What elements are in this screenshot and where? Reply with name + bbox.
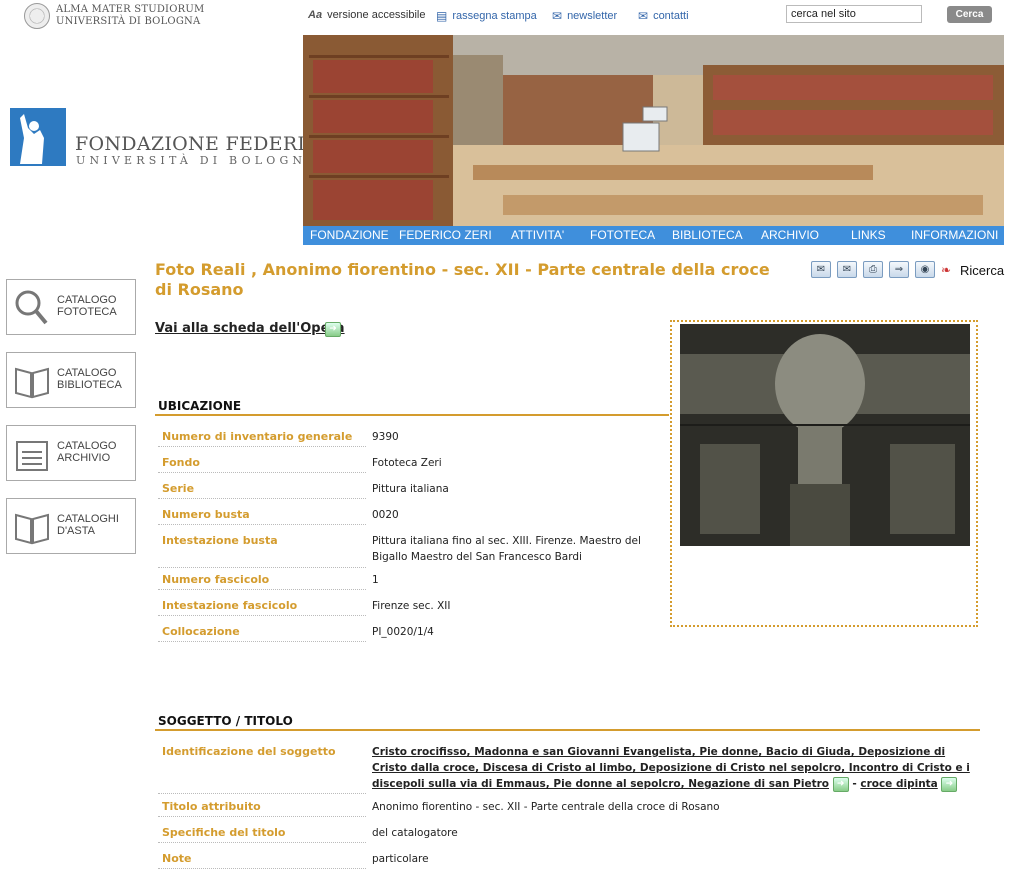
field-value: 0020: [372, 509, 399, 521]
table-row: Intestazione busta Pittura italiana fino…: [158, 533, 662, 568]
nav-item-links[interactable]: LINKS: [851, 228, 886, 242]
field-value: Pittura italiana: [372, 483, 449, 495]
sidebar-label-line2: BIBLIOTECA: [57, 379, 122, 391]
field-label: Titolo attribuito: [158, 799, 366, 817]
field-label: Intestazione busta: [158, 533, 366, 568]
accessible-version-label: versione accessibile: [327, 9, 426, 21]
subject-link-croce-dipinta[interactable]: croce dipinta: [860, 778, 937, 790]
field-value: particolare: [372, 853, 429, 865]
nav-item-fondazione[interactable]: FONDAZIONE: [310, 228, 389, 242]
opera-record-link[interactable]: Vai alla scheda dell'Opera: [155, 321, 345, 336]
newsletter-link[interactable]: ✉ newsletter: [552, 9, 617, 23]
university-name-line2: UNIVERSITÀ DI BOLOGNA: [56, 16, 201, 27]
university-seal-icon: [24, 3, 50, 29]
table-row: Note particolare: [158, 851, 982, 869]
field-value: Anonimo fiorentino - sec. XII - Parte ce…: [372, 801, 720, 813]
nav-item-attivita[interactable]: ATTIVITA': [511, 228, 564, 242]
document-icon: ▤: [436, 9, 448, 23]
field-value: Firenze sec. XII: [372, 600, 451, 612]
field-value: del catalogatore: [372, 827, 458, 839]
nav-item-federico-zeri[interactable]: FEDERICO ZERI: [399, 228, 492, 242]
go-arrow-icon[interactable]: ➜: [325, 322, 341, 337]
nav-item-fototeca[interactable]: FOTOTECA: [590, 228, 655, 242]
ricerca-link[interactable]: Ricerca: [960, 263, 1004, 278]
envelope-icon: ✉: [552, 9, 563, 23]
artwork-photo[interactable]: [680, 324, 970, 546]
sidebar-label-line1: CATALOGHI: [57, 513, 119, 525]
section-heading-soggetto: SOGGETTO / TITOLO: [155, 714, 980, 731]
table-row: Specifiche del titolo del catalogatore: [158, 825, 982, 843]
field-value: Fototeca Zeri: [372, 457, 442, 469]
sidebar-label-line2: FOTOTECA: [57, 306, 117, 318]
binoculars-icon[interactable]: ◉: [915, 261, 935, 278]
field-label: Collocazione: [158, 624, 366, 642]
magnifier-icon: [15, 290, 48, 325]
foundation-logo-subtitle: UNIVERSITÀ DI BOLOGNA: [76, 154, 319, 167]
newsletter-label: newsletter: [567, 10, 618, 22]
send-icon[interactable]: ✉: [837, 261, 857, 278]
press-review-link[interactable]: ▤ rassegna stampa: [436, 9, 537, 23]
library-header-image: [303, 35, 1004, 226]
text-size-icon: Aa: [308, 9, 323, 21]
sidebar-label-line1: CATALOGO: [57, 367, 117, 379]
table-row: Numero busta 0020: [158, 507, 662, 525]
field-label: Numero di inventario generale: [158, 429, 366, 447]
table-row: Collocazione PI_0020/1/4: [158, 624, 662, 642]
nav-item-informazioni[interactable]: INFORMAZIONI: [911, 228, 998, 242]
envelope-icon: ✉: [638, 9, 649, 23]
book-icon: [15, 513, 49, 545]
sidebar-label-line2: ARCHIVIO: [57, 452, 111, 464]
table-row: Numero fascicolo 1: [158, 572, 662, 590]
sidebar-label-line1: CATALOGO: [57, 294, 117, 306]
sidebar-item-catalogo-fototeca[interactable]: CATALOGO FOTOTECA: [6, 279, 136, 335]
accessible-version-link[interactable]: Aa versione accessibile: [308, 9, 426, 21]
press-review-label: rassegna stampa: [452, 10, 537, 22]
field-label: Numero busta: [158, 507, 366, 525]
table-row: Identificazione del soggetto Cristo croc…: [158, 744, 982, 794]
go-arrow-icon[interactable]: ➜: [941, 776, 958, 792]
nav-item-archivio[interactable]: ARCHIVIO: [761, 228, 819, 242]
field-label: Serie: [158, 481, 366, 499]
contacts-label: contatti: [653, 10, 689, 22]
field-label: Identificazione del soggetto: [158, 744, 366, 794]
search-input[interactable]: [786, 5, 922, 23]
table-row: Intestazione fascicolo Firenze sec. XII: [158, 598, 662, 616]
nav-item-biblioteca[interactable]: BIBLIOTECA: [672, 228, 743, 242]
page-title: Foto Reali , Anonimo fiorentino - sec. X…: [155, 260, 770, 299]
field-value: Pittura italiana fino al sec. XIII. Fire…: [372, 535, 641, 563]
folder-icon: [16, 441, 48, 471]
field-label: Note: [158, 851, 366, 869]
university-name-line1: ALMA MATER STUDIORUM: [56, 4, 205, 15]
separator: -: [848, 778, 861, 790]
export-icon[interactable]: ⇒: [889, 261, 909, 278]
sidebar-label-line2: D'ASTA: [57, 525, 95, 537]
sidebar-item-catalogo-archivio[interactable]: CATALOGO ARCHIVIO: [6, 425, 136, 481]
field-label: Specifiche del titolo: [158, 825, 366, 843]
table-row: Fondo Fototeca Zeri: [158, 455, 662, 473]
field-label: Fondo: [158, 455, 366, 473]
field-label: Numero fascicolo: [158, 572, 366, 590]
ricerca-icon[interactable]: ❧: [941, 263, 951, 277]
toolbar: ✉ ✉ ⎙ ⇒ ◉: [811, 261, 935, 278]
sidebar-label-line1: CATALOGO: [57, 440, 117, 452]
book-icon: [15, 367, 49, 399]
email-icon[interactable]: ✉: [811, 261, 831, 278]
sidebar-item-cataloghi-asta[interactable]: CATALOGHI D'ASTA: [6, 498, 136, 554]
field-label: Intestazione fascicolo: [158, 598, 366, 616]
print-icon[interactable]: ⎙: [863, 261, 883, 278]
section-heading-ubicazione: UBICAZIONE: [155, 399, 669, 416]
search-button[interactable]: Cerca: [947, 6, 992, 23]
go-arrow-icon[interactable]: ➜: [832, 776, 849, 792]
field-value: 1: [372, 574, 379, 586]
table-row: Titolo attribuito Anonimo fiorentino - s…: [158, 799, 982, 817]
field-value: Cristo crocifisso, Madonna e san Giovann…: [372, 744, 982, 794]
table-row: Serie Pittura italiana: [158, 481, 662, 499]
table-row: Numero di inventario generale 9390: [158, 429, 662, 447]
sidebar-item-catalogo-biblioteca[interactable]: CATALOGO BIBLIOTECA: [6, 352, 136, 408]
contacts-link[interactable]: ✉ contatti: [638, 9, 689, 23]
field-value: PI_0020/1/4: [372, 626, 434, 638]
main-navigation: FONDAZIONE FEDERICO ZERI ATTIVITA' FOTOT…: [303, 226, 1004, 245]
foundation-logo-icon: [10, 108, 66, 166]
field-value: 9390: [372, 431, 399, 443]
